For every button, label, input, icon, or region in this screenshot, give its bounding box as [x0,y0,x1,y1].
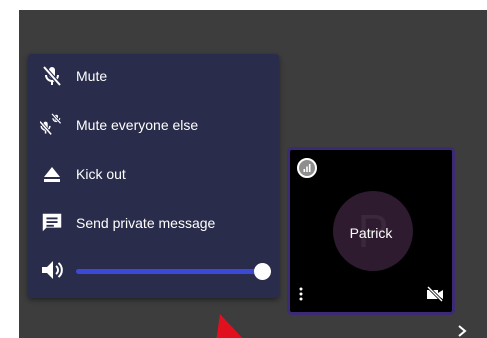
send-private-message-menu-item[interactable]: Send private message [28,201,279,245]
send-private-message-label: Send private message [76,215,216,231]
chevron-right-icon[interactable] [456,324,468,338]
more-options-icon[interactable] [298,286,304,302]
menu-pointer-arrow-icon [216,314,248,338]
volume-slider[interactable] [76,263,271,280]
camera-off-icon [426,285,444,303]
mute-everyone-else-label: Mute everyone else [76,117,199,133]
mute-label: Mute [76,68,108,84]
video-stage: Mute Mute everyone else Kick out Send pr… [19,10,487,338]
volume-slider-thumb[interactable] [254,263,271,280]
mute-menu-item[interactable]: Mute [28,54,279,98]
volume-icon [40,258,64,282]
connection-signal-icon[interactable] [297,158,317,178]
volume-row [28,250,279,290]
message-icon [40,211,64,235]
kick-out-label: Kick out [76,166,126,182]
kick-out-menu-item[interactable]: Kick out [28,152,279,196]
volume-slider-fill [76,269,262,274]
participant-name: Patrick [349,225,393,241]
mute-others-icon [40,112,64,137]
eject-icon [40,162,64,186]
mute-everyone-else-menu-item[interactable]: Mute everyone else [28,103,279,147]
mic-off-icon [40,64,64,88]
participant-context-menu: Mute Mute everyone else Kick out Send pr… [28,54,279,298]
participant-tile[interactable]: P Patrick [287,147,455,315]
